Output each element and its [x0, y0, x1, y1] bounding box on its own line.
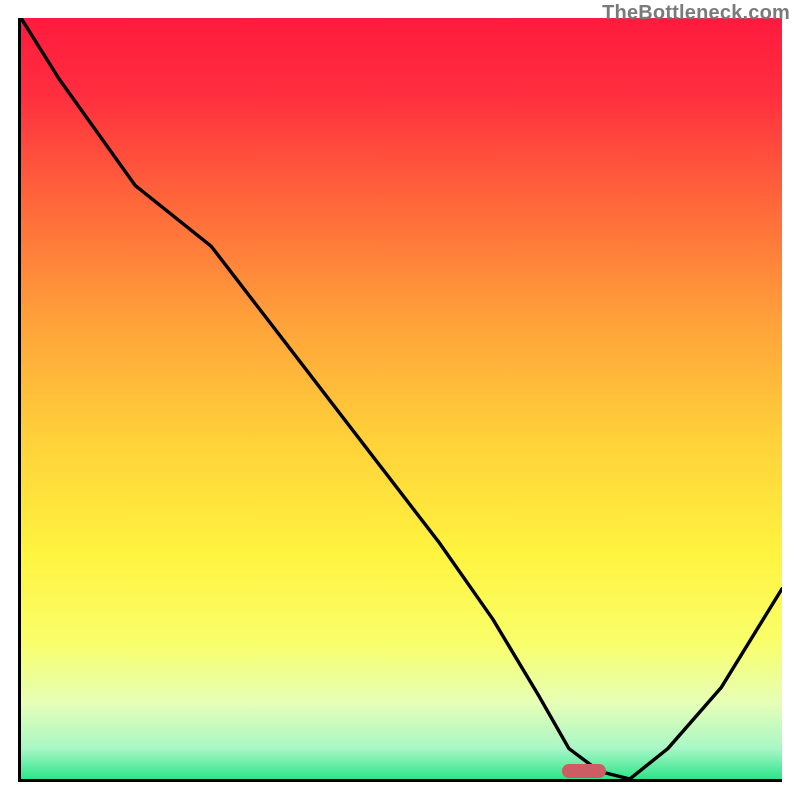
- watermark-text: TheBottleneck.com: [602, 2, 790, 25]
- optimal-point-marker: [562, 764, 606, 778]
- chart-plot-area: [18, 18, 782, 782]
- chart-background-gradient: [21, 18, 782, 779]
